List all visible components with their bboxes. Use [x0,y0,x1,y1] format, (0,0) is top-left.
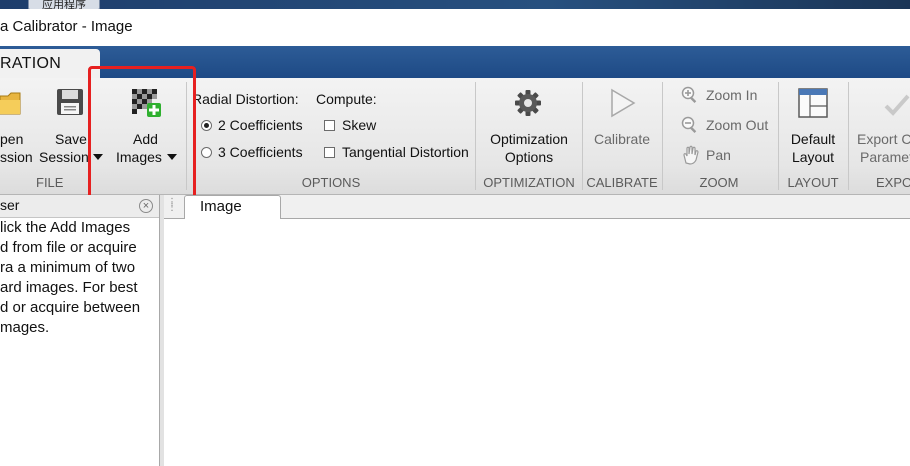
group-label-file: FILE [36,175,64,190]
save-session-label-2: Session [39,149,89,165]
export-label-2: Paramet [860,149,910,165]
group-label-options: OPTIONS [301,175,361,190]
optimization-options-label-2: Options [504,149,554,165]
group-label-calibrate: CALIBRATE [586,175,658,190]
drag-handle-icon[interactable]: ⋮ ⋮ [167,198,177,213]
tab-calibration-label: RATION [0,55,62,72]
default-layout-label-2: Layout [791,149,835,165]
hand-pan-icon [683,145,699,165]
divider [475,82,476,190]
optimization-options-label-1: Optimization [490,131,568,147]
radio-2-coefficients[interactable] [201,120,212,131]
help-text-line: ard images. For best [0,279,138,296]
folder-icon [0,92,21,115]
save-session-label-1: Save [55,131,87,147]
skew-label[interactable]: Skew [342,117,376,133]
zoom-out-icon [681,116,697,133]
taskbar-strip [0,0,910,9]
group-label-optimization: OPTIMIZATION [483,175,575,190]
help-text-line: d from file or acquire [0,239,137,256]
radio-3-coefficients-label[interactable]: 3 Coefficients [218,144,303,160]
floppy-disk-icon [57,89,83,115]
group-label-zoom: ZOOM [699,175,739,190]
tangential-distortion-checkbox[interactable] [324,147,335,158]
gear-icon [515,90,541,116]
zoom-out-button[interactable]: Zoom Out [706,117,768,133]
help-text-line: lick the Add Images [0,219,131,236]
default-layout-label-1: Default [790,131,836,147]
layout-icon [798,88,828,118]
radio-2-coefficients-label[interactable]: 2 Coefficients [218,117,303,133]
help-text-line: ra a minimum of two [0,259,136,276]
close-icon[interactable]: × [139,199,153,213]
highlight-box [88,66,196,202]
help-text-line: mages. [0,319,50,336]
tab-image-label: Image [200,198,242,215]
skew-checkbox[interactable] [324,120,335,131]
compute-label: Compute: [316,91,377,107]
zoom-in-button[interactable]: Zoom In [706,87,757,103]
open-session-label-1: pen [0,131,24,147]
open-session-label-2: ssion [0,149,33,165]
zoom-in-icon [681,86,697,103]
image-display-area[interactable] [164,219,910,466]
export-label-1: Export C [857,131,910,147]
radio-3-coefficients[interactable] [201,147,212,158]
divider [778,82,779,190]
divider [582,82,583,190]
divider [662,82,663,190]
data-browser-header [0,195,159,218]
divider [848,82,849,190]
window-title: a Calibrator - Image [0,18,133,35]
group-label-export: EXPO [876,175,910,190]
play-icon [611,88,636,118]
pan-button[interactable]: Pan [706,147,731,163]
tangential-distortion-label[interactable]: Tangential Distortion [342,144,469,160]
radial-distortion-label: Radial Distortion: [192,91,299,107]
group-label-layout: LAYOUT [787,175,839,190]
export-checkmark-icon [884,94,910,116]
calibrate-label: Calibrate [593,131,651,147]
help-text-line: d or acquire between [0,299,141,316]
title-bar [0,9,910,46]
data-browser-title: ser [0,197,20,213]
